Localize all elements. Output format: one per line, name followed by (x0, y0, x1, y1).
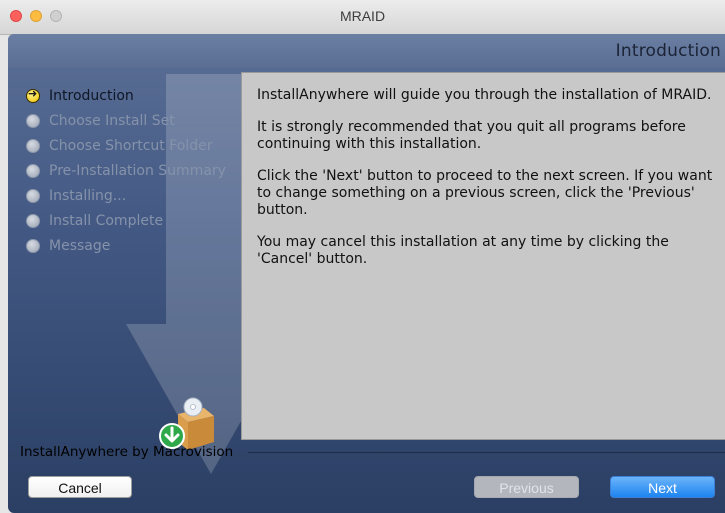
intro-text: InstallAnywhere will guide you through t… (257, 87, 717, 283)
installer-panel: Introduction Introduction Choose Install… (8, 34, 725, 513)
step-label: Choose Install Set (49, 113, 175, 129)
step-item-message: Message (20, 236, 240, 261)
previous-button[interactable]: Previous (474, 476, 579, 498)
step-bullet-icon (26, 214, 40, 228)
step-label: Installing... (49, 188, 127, 204)
step-bullet-icon (26, 114, 40, 128)
window-title: MRAID (339, 8, 386, 24)
step-item-introduction: Introduction (20, 86, 240, 111)
step-item-choose-shortcut-folder: Choose Shortcut Folder (20, 136, 240, 161)
step-label: Introduction (49, 88, 134, 104)
steps-list: Introduction Choose Install Set Choose S… (20, 86, 240, 261)
step-bullet-icon (26, 164, 40, 178)
step-item-installing: Installing... (20, 186, 240, 211)
step-label: Choose Shortcut Folder (49, 138, 213, 154)
step-bullet-icon (26, 139, 40, 153)
header-strip: Introduction (8, 34, 725, 68)
step-item-choose-install-set: Choose Install Set (20, 111, 240, 136)
next-button[interactable]: Next (610, 476, 715, 498)
paragraph: Click the 'Next' button to proceed to th… (257, 168, 713, 218)
step-title: Introduction (615, 41, 721, 61)
paragraph: It is strongly recommended that you quit… (257, 119, 686, 152)
paragraph: InstallAnywhere will guide you through t… (257, 87, 712, 103)
paragraph: You may cancel this installation at any … (257, 234, 669, 267)
installer-window: MRAID Introduction Introduction Choose I… (0, 0, 725, 513)
cancel-button[interactable]: Cancel (28, 476, 132, 498)
footer-divider (248, 452, 725, 453)
step-label: Install Complete (49, 213, 164, 229)
step-bullet-icon (26, 239, 40, 253)
step-item-pre-installation-summary: Pre-Installation Summary (20, 161, 240, 186)
step-label: Pre-Installation Summary (49, 163, 226, 179)
step-bullet-icon (26, 189, 40, 203)
step-label: Message (49, 238, 111, 254)
title-bar: MRAID (0, 0, 725, 35)
content-pane: InstallAnywhere will guide you through t… (241, 72, 725, 440)
current-step-icon (26, 87, 40, 103)
step-item-install-complete: Install Complete (20, 211, 240, 236)
vendor-label: InstallAnywhere by Macrovision (20, 444, 234, 460)
